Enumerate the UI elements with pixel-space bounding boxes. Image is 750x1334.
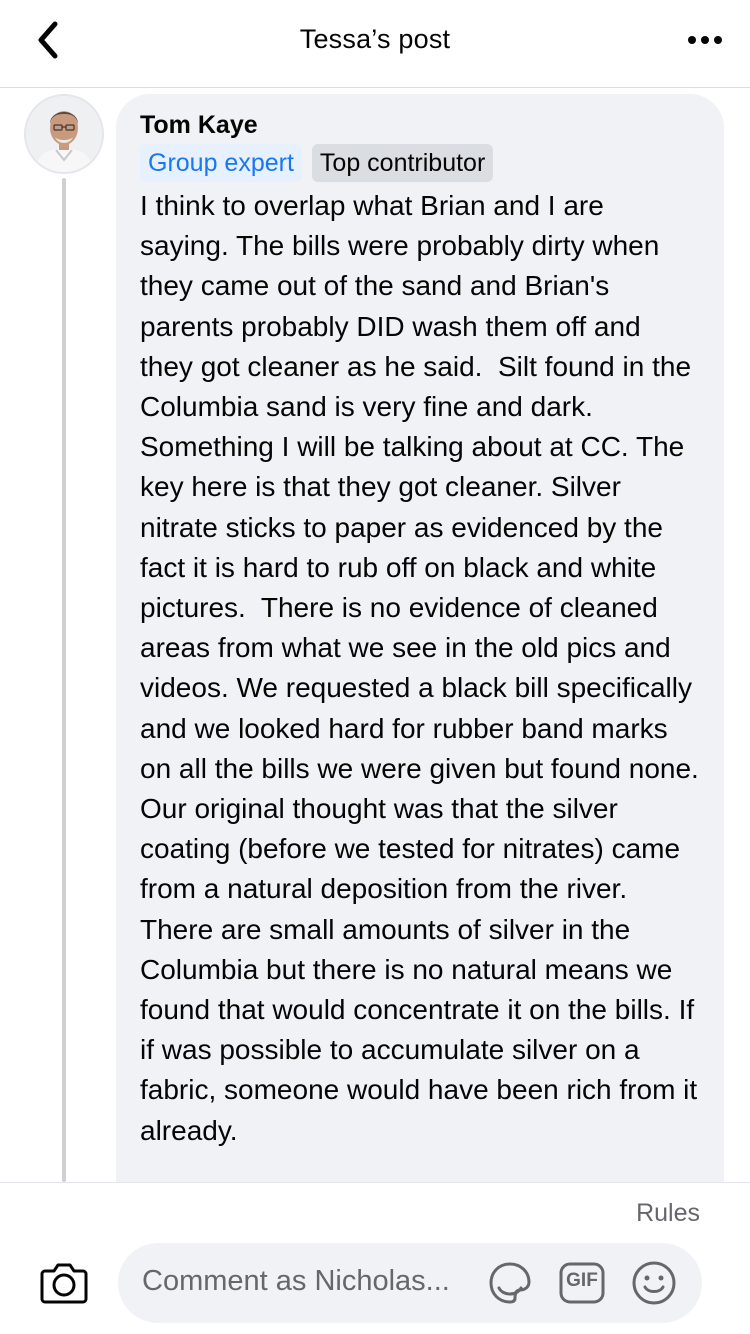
emoji-button[interactable] (628, 1257, 680, 1309)
comment-input[interactable]: Comment as Nicholas... GIF (118, 1243, 702, 1323)
camera-icon (40, 1263, 88, 1304)
sticker-button[interactable] (484, 1257, 536, 1309)
gif-label: GIF (566, 1270, 598, 1291)
camera-button[interactable] (36, 1257, 92, 1309)
comment-composer-bar: Rules Comment as Nicholas... GIF (0, 1182, 750, 1334)
smiley-icon (632, 1261, 676, 1305)
more-options-button[interactable] (682, 18, 728, 62)
more-horizontal-icon (688, 36, 722, 44)
page-title: Tessa’s post (299, 24, 451, 54)
avatar[interactable] (24, 94, 104, 174)
group-expert-badge[interactable]: Group expert (140, 144, 302, 182)
top-navigation-bar: Tessa’s post (0, 0, 750, 88)
gif-button[interactable]: GIF (556, 1257, 608, 1309)
author-badges: Group expert Top contributor (140, 144, 700, 182)
reply-thread-line (62, 178, 66, 1182)
comment-author[interactable]: Tom Kaye (140, 110, 700, 140)
comment-input-placeholder: Comment as Nicholas... (142, 1265, 450, 1297)
comment-text: I think to overlap what Brian and I are … (140, 190, 707, 1146)
rules-link[interactable]: Rules (636, 1199, 700, 1228)
profile-photo (26, 96, 102, 172)
top-contributor-badge[interactable]: Top contributor (311, 144, 494, 182)
comment-bubble: Tom Kaye Group expert Top contributor I … (116, 94, 724, 1214)
sticker-icon (489, 1262, 531, 1304)
